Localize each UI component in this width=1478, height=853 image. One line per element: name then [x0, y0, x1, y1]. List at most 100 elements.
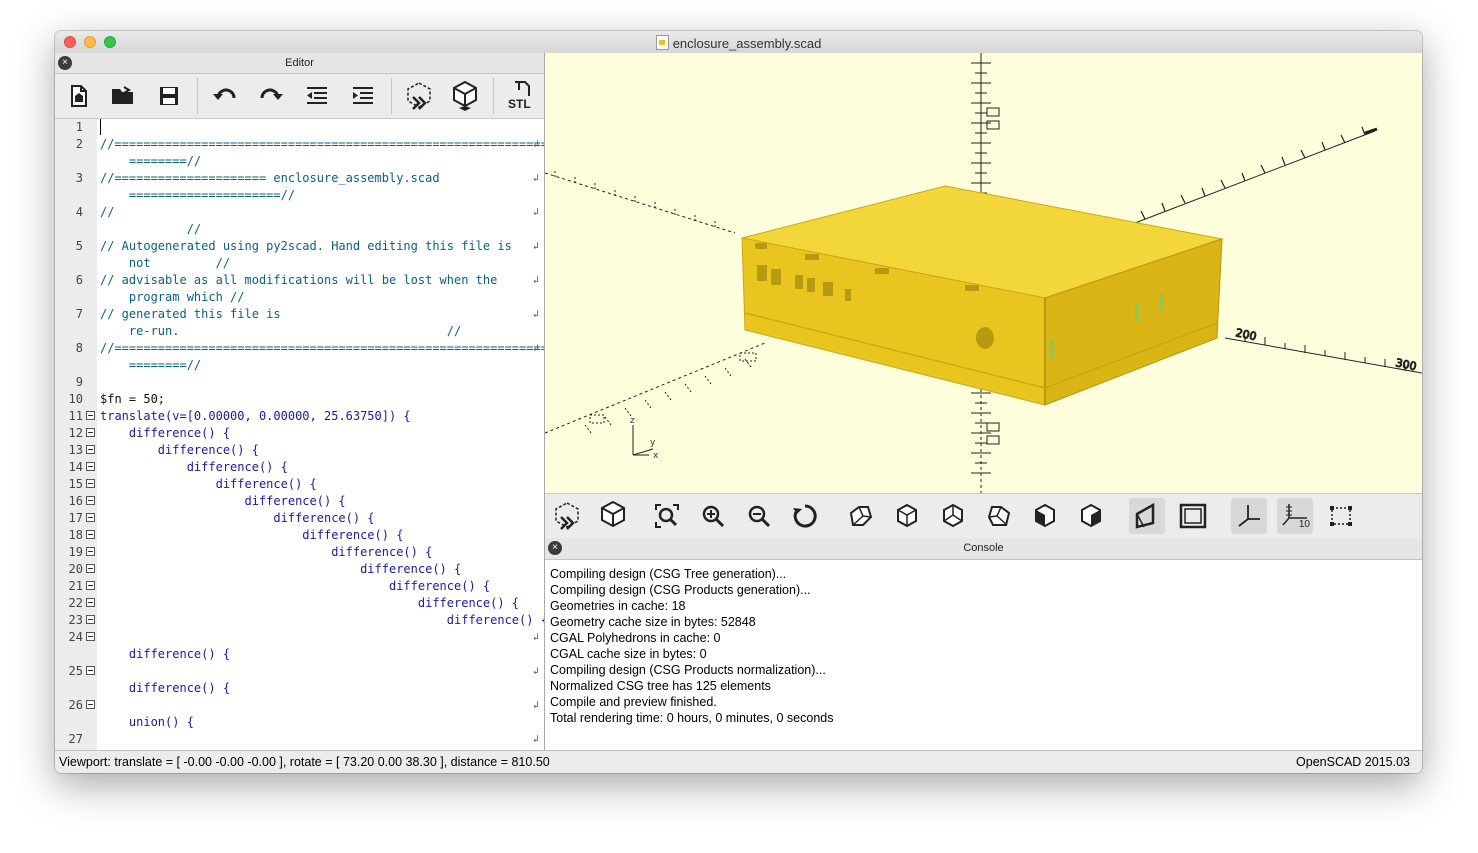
line-number: 12	[68, 426, 83, 440]
console-line: CGAL Polyhedrons in cache: 0	[550, 631, 721, 645]
console-close-icon[interactable]: ×	[548, 541, 562, 555]
indent-icon[interactable]	[345, 78, 381, 114]
console-line: Geometries in cache: 18	[550, 599, 686, 613]
line-wrap-icon: ↲	[533, 343, 540, 354]
line-number: 18	[68, 528, 83, 542]
code-text: difference() {	[100, 528, 404, 542]
show-edges-icon[interactable]	[1323, 498, 1359, 534]
code-text: //======================================…	[100, 341, 544, 355]
code-text: //======================================…	[100, 137, 544, 151]
code-text: // advisable as all modifications will b…	[100, 273, 498, 287]
console-output[interactable]: Compiling design (CSG Tree generation)..…	[545, 560, 1422, 751]
line-wrap-icon: ↲	[533, 241, 540, 252]
fold-toggle-icon[interactable]	[86, 479, 95, 488]
zoom-out-icon[interactable]	[741, 498, 777, 534]
line-number: 3	[75, 171, 83, 185]
render-icon[interactable]	[447, 78, 483, 114]
editor-header: × Editor	[55, 53, 544, 74]
line-number: 23	[68, 613, 83, 627]
line-wrap-icon: ↲	[533, 207, 540, 218]
y-axis-negative	[545, 342, 766, 434]
show-axes-icon[interactable]	[1231, 498, 1267, 534]
save-icon[interactable]	[151, 78, 187, 114]
line-number: 11	[68, 409, 83, 423]
axis-label-z: z	[630, 416, 635, 426]
fold-toggle-icon[interactable]	[86, 700, 95, 709]
new-file-icon[interactable]	[60, 78, 96, 114]
fold-toggle-icon[interactable]	[86, 462, 95, 471]
line-number: 14	[68, 460, 83, 474]
view-right-icon[interactable]	[843, 498, 879, 534]
view-top-icon[interactable]	[889, 498, 925, 534]
view-all-icon[interactable]	[649, 498, 685, 534]
show-scale-markers-icon[interactable]: 10	[1277, 498, 1313, 534]
enclosure-model	[741, 185, 1224, 406]
code-text: ========//	[100, 154, 202, 168]
editor-title: Editor	[285, 57, 314, 69]
fold-toggle-icon[interactable]	[86, 547, 95, 556]
view-back-icon[interactable]	[1073, 498, 1109, 534]
line-number: 25	[68, 664, 83, 678]
line-number: 19	[68, 545, 83, 559]
fold-toggle-icon[interactable]	[86, 666, 95, 675]
fold-toggle-icon[interactable]	[86, 428, 95, 437]
fold-toggle-icon[interactable]	[86, 564, 95, 573]
code-text: difference() {	[100, 460, 288, 474]
fold-toggle-icon[interactable]	[86, 513, 95, 522]
stl-label: STL	[508, 97, 531, 111]
perspective-icon[interactable]	[1129, 498, 1165, 534]
editor-close-icon[interactable]: ×	[58, 56, 72, 70]
preview-icon[interactable]	[549, 498, 585, 534]
fold-toggle-icon[interactable]	[86, 632, 95, 641]
line-wrap-icon: ↲	[533, 700, 540, 711]
line-wrap-icon: ↲	[533, 275, 540, 286]
x-axis-negative	[545, 172, 736, 234]
line-number: 24	[68, 630, 83, 644]
line-number: 17	[68, 511, 83, 525]
undo-icon[interactable]	[207, 78, 243, 114]
zoom-in-icon[interactable]	[695, 498, 731, 534]
reset-view-icon[interactable]	[787, 498, 823, 534]
view-left-icon[interactable]	[981, 498, 1017, 534]
redo-icon[interactable]	[253, 78, 289, 114]
orthogonal-icon[interactable]	[1175, 498, 1211, 534]
render-icon[interactable]	[595, 498, 631, 534]
version-label: OpenSCAD 2015.03	[1296, 755, 1410, 769]
fold-toggle-icon[interactable]	[86, 530, 95, 539]
console-pane: × Console Compiling design (CSG Tree gen…	[545, 538, 1422, 751]
code-text: program which //	[100, 290, 245, 304]
preview-icon[interactable]	[401, 78, 437, 114]
code-text: difference() {	[100, 426, 231, 440]
viewport-toolbar: 10	[545, 493, 1422, 539]
export-stl-icon[interactable]: STL	[503, 78, 539, 114]
open-file-icon[interactable]	[105, 78, 141, 114]
code-text: difference() {	[100, 681, 231, 695]
y-axis-positive	[1134, 130, 1376, 224]
console-line: Normalized CSG tree has 125 elements	[550, 679, 771, 693]
code-text: difference() {	[100, 477, 317, 491]
line-number: 27	[68, 732, 83, 746]
code-text: //	[100, 222, 202, 236]
document-icon	[655, 35, 669, 50]
line-number: 10	[68, 392, 83, 406]
3d-viewport[interactable]: 200 300 z y x	[545, 53, 1422, 493]
fold-toggle-icon[interactable]	[86, 598, 95, 607]
view-front-icon[interactable]	[1027, 498, 1063, 534]
code-text: union() {	[100, 715, 194, 729]
fold-toggle-icon[interactable]	[86, 411, 95, 420]
viewport-status: Viewport: translate = [ -0.00 -0.00 -0.0…	[59, 755, 550, 769]
fold-toggle-icon[interactable]	[86, 615, 95, 624]
fold-toggle-icon[interactable]	[86, 496, 95, 505]
code-text: translate(v=[0.00000, 0.00000, 25.63750]…	[100, 409, 411, 423]
axis-label-x: x	[653, 451, 659, 461]
unindent-icon[interactable]	[299, 78, 335, 114]
line-number: 8	[75, 341, 83, 355]
code-editor[interactable]: 1 2 //====================================…	[55, 119, 544, 751]
fold-toggle-icon[interactable]	[86, 445, 95, 454]
scale-marker-label: 10	[1298, 519, 1310, 530]
console-line: CGAL cache size in bytes: 0	[550, 647, 707, 661]
code-text: difference() {	[100, 511, 375, 525]
fold-toggle-icon[interactable]	[86, 581, 95, 590]
view-bottom-icon[interactable]	[935, 498, 971, 534]
line-number: 1	[75, 120, 83, 134]
